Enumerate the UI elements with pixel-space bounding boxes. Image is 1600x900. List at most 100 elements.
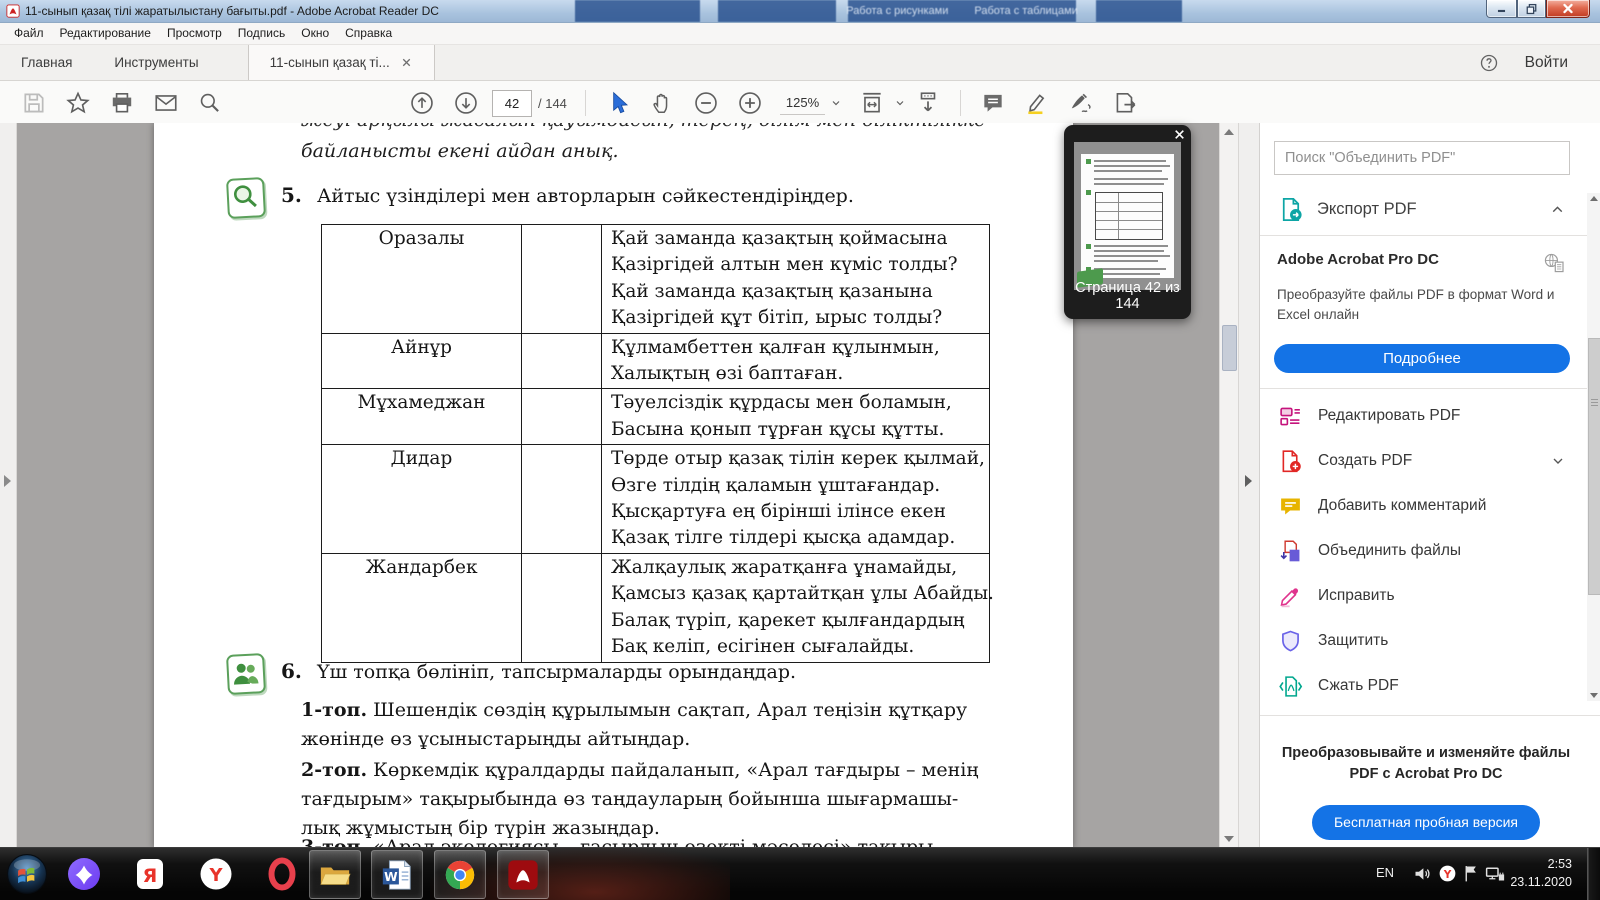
menu-help[interactable]: Справка [337,23,400,44]
show-desktop-button[interactable] [1587,848,1600,900]
tool-compress-pdf[interactable]: Сжать PDF [1260,664,1600,709]
tab-document[interactable]: 11-сынып қазақ ті... [248,45,435,80]
page-fit-button[interactable] [859,90,885,116]
fix-icon [1278,584,1303,609]
comment-tool-button[interactable] [980,90,1006,116]
zoom-in-button[interactable] [737,90,763,116]
document-tab-label: 11-сынып қазақ ті... [270,55,390,70]
fill-sign-button[interactable] [1068,90,1094,116]
scroll-up-icon[interactable] [1224,129,1234,135]
scroll-down-icon[interactable] [1590,693,1598,698]
taskbar-opera-button[interactable] [264,856,300,892]
chevron-down-icon[interactable] [894,97,906,109]
share-file-button[interactable] [1112,90,1138,116]
highlight-tool-button[interactable] [1024,90,1050,116]
zoom-out-button[interactable] [693,90,719,116]
taskbar-explorer-button[interactable] [309,850,361,899]
hand-tool-button[interactable] [649,90,675,116]
explorer-icon [318,858,352,892]
previous-page-button[interactable] [409,90,435,116]
yandex-tray-icon[interactable]: Y [1437,863,1458,884]
excerpt-line: Қысқартуға ең бірінші ілінсе екен [611,499,985,525]
document-scrollbar[interactable] [1219,123,1238,848]
chevron-down-icon[interactable] [1550,453,1566,469]
menu-bar: ФайлРедактированиеПросмотрПодписьОкноСпр… [0,23,1600,45]
tools-search-input[interactable] [1274,141,1570,175]
excerpt-line: Қазіргідей алтын мен күміс толды? [611,252,983,278]
language-indicator[interactable]: EN [1376,865,1394,880]
table-row: АйнұрҚұлмамбеттен қалған құлынмын,Халықт… [321,334,990,390]
svg-text:Я: Я [143,865,158,887]
tool-label: Объединить файлы [1318,542,1461,560]
clock[interactable]: 2:53 23.11.2020 [1510,855,1572,891]
help-icon[interactable] [1479,53,1499,73]
excerpt-line: Жалқаулық жаратқанға ұнамайды, [611,555,994,581]
tool-protect[interactable]: Защитить [1260,619,1600,664]
free-trial-button[interactable]: Бесплатная пробная версия [1312,805,1540,840]
zoom-level-value: 125% [780,92,825,115]
zoom-level-dropdown[interactable]: 125% [780,92,842,115]
close-tab-icon[interactable] [400,56,413,69]
scrollbar-thumb[interactable] [1222,325,1237,371]
left-panel-gutter [0,123,17,848]
group-label: 2-топ. [301,759,367,781]
tab-tools[interactable]: Инструменты [93,45,219,80]
scroll-mode-button[interactable] [915,90,941,116]
toolbar: / 144 125% [0,81,1600,126]
menu-file[interactable]: Файл [6,23,52,44]
start-button[interactable] [6,853,48,895]
close-button[interactable] [1546,0,1590,18]
tool-fix[interactable]: Исправить [1260,574,1600,619]
chevron-up-icon[interactable] [1549,201,1566,218]
search-tools-button[interactable] [197,90,223,116]
minimize-button[interactable] [1486,0,1517,18]
restore-button[interactable] [1517,0,1546,18]
save-button[interactable] [21,90,47,116]
taskbar-word-button[interactable]: W [371,850,423,899]
scroll-down-icon[interactable] [1224,836,1234,842]
yandex-browser-icon: Y [198,856,234,892]
network-icon[interactable] [1484,863,1505,884]
group-text: Шешендік сөздің құрылымын сақтап, Арал т… [367,699,967,721]
taskbar-yandex-browser-button[interactable]: Y [198,856,234,892]
svg-text:W: W [384,870,398,884]
sign-in-button[interactable]: Войти [1525,54,1568,72]
exercise-group-icon [226,653,266,695]
next-page-button[interactable] [453,90,479,116]
author-cell: Мұхамеджан [322,389,522,444]
page-number-input[interactable] [492,90,532,117]
scrollbar-thumb[interactable] [1588,338,1600,595]
add-comment-icon [1278,494,1303,519]
print-button[interactable] [109,90,135,116]
tool-combine-files[interactable]: Объединить файлы [1260,529,1600,574]
tool-edit-pdf[interactable]: Редактировать PDF [1260,394,1600,439]
scroll-up-icon[interactable] [1590,196,1598,201]
tab-home[interactable]: Главная [0,45,93,80]
action-center-flag-icon[interactable] [1461,863,1482,884]
close-icon[interactable] [1173,128,1186,141]
excerpt-cell: Тәуелсіздік құрдасы мен боламын,Басына қ… [602,389,989,444]
details-button[interactable]: Подробнее [1274,344,1570,373]
menu-edit[interactable]: Редактирование [52,23,159,44]
tray-time: 2:53 [1510,855,1572,873]
excerpt-line: Балақ түріп, қарекет қылғандардың [611,608,994,634]
email-button[interactable] [153,90,179,116]
tool-add-comment[interactable]: Добавить комментарий [1260,484,1600,529]
promo-title: Adobe Acrobat Pro DC [1277,251,1439,268]
menu-view[interactable]: Просмотр [159,23,230,44]
open-left-panel-icon[interactable] [4,475,11,487]
tool-create-pdf[interactable]: Создать PDF [1260,439,1600,484]
taskbar-acrobat-button[interactable] [497,850,549,899]
taskbar-alisa-button[interactable] [66,856,102,892]
star-favorites-button[interactable] [65,90,91,116]
speaker-icon[interactable] [1412,863,1433,884]
panel-scrollbar[interactable] [1587,193,1600,701]
menu-sign[interactable]: Подпись [230,23,294,44]
export-pdf-section[interactable]: Экспорт PDF [1260,183,1600,235]
menu-window[interactable]: Окно [293,23,337,44]
collapse-tools-panel-icon[interactable] [1245,475,1252,487]
taskbar-yandex-search-button[interactable]: Я [132,856,168,892]
thumbnail-caption: Страница 42 из 144 [1064,280,1191,312]
select-tool-button[interactable] [605,90,631,116]
taskbar-chrome-button[interactable] [434,850,486,899]
